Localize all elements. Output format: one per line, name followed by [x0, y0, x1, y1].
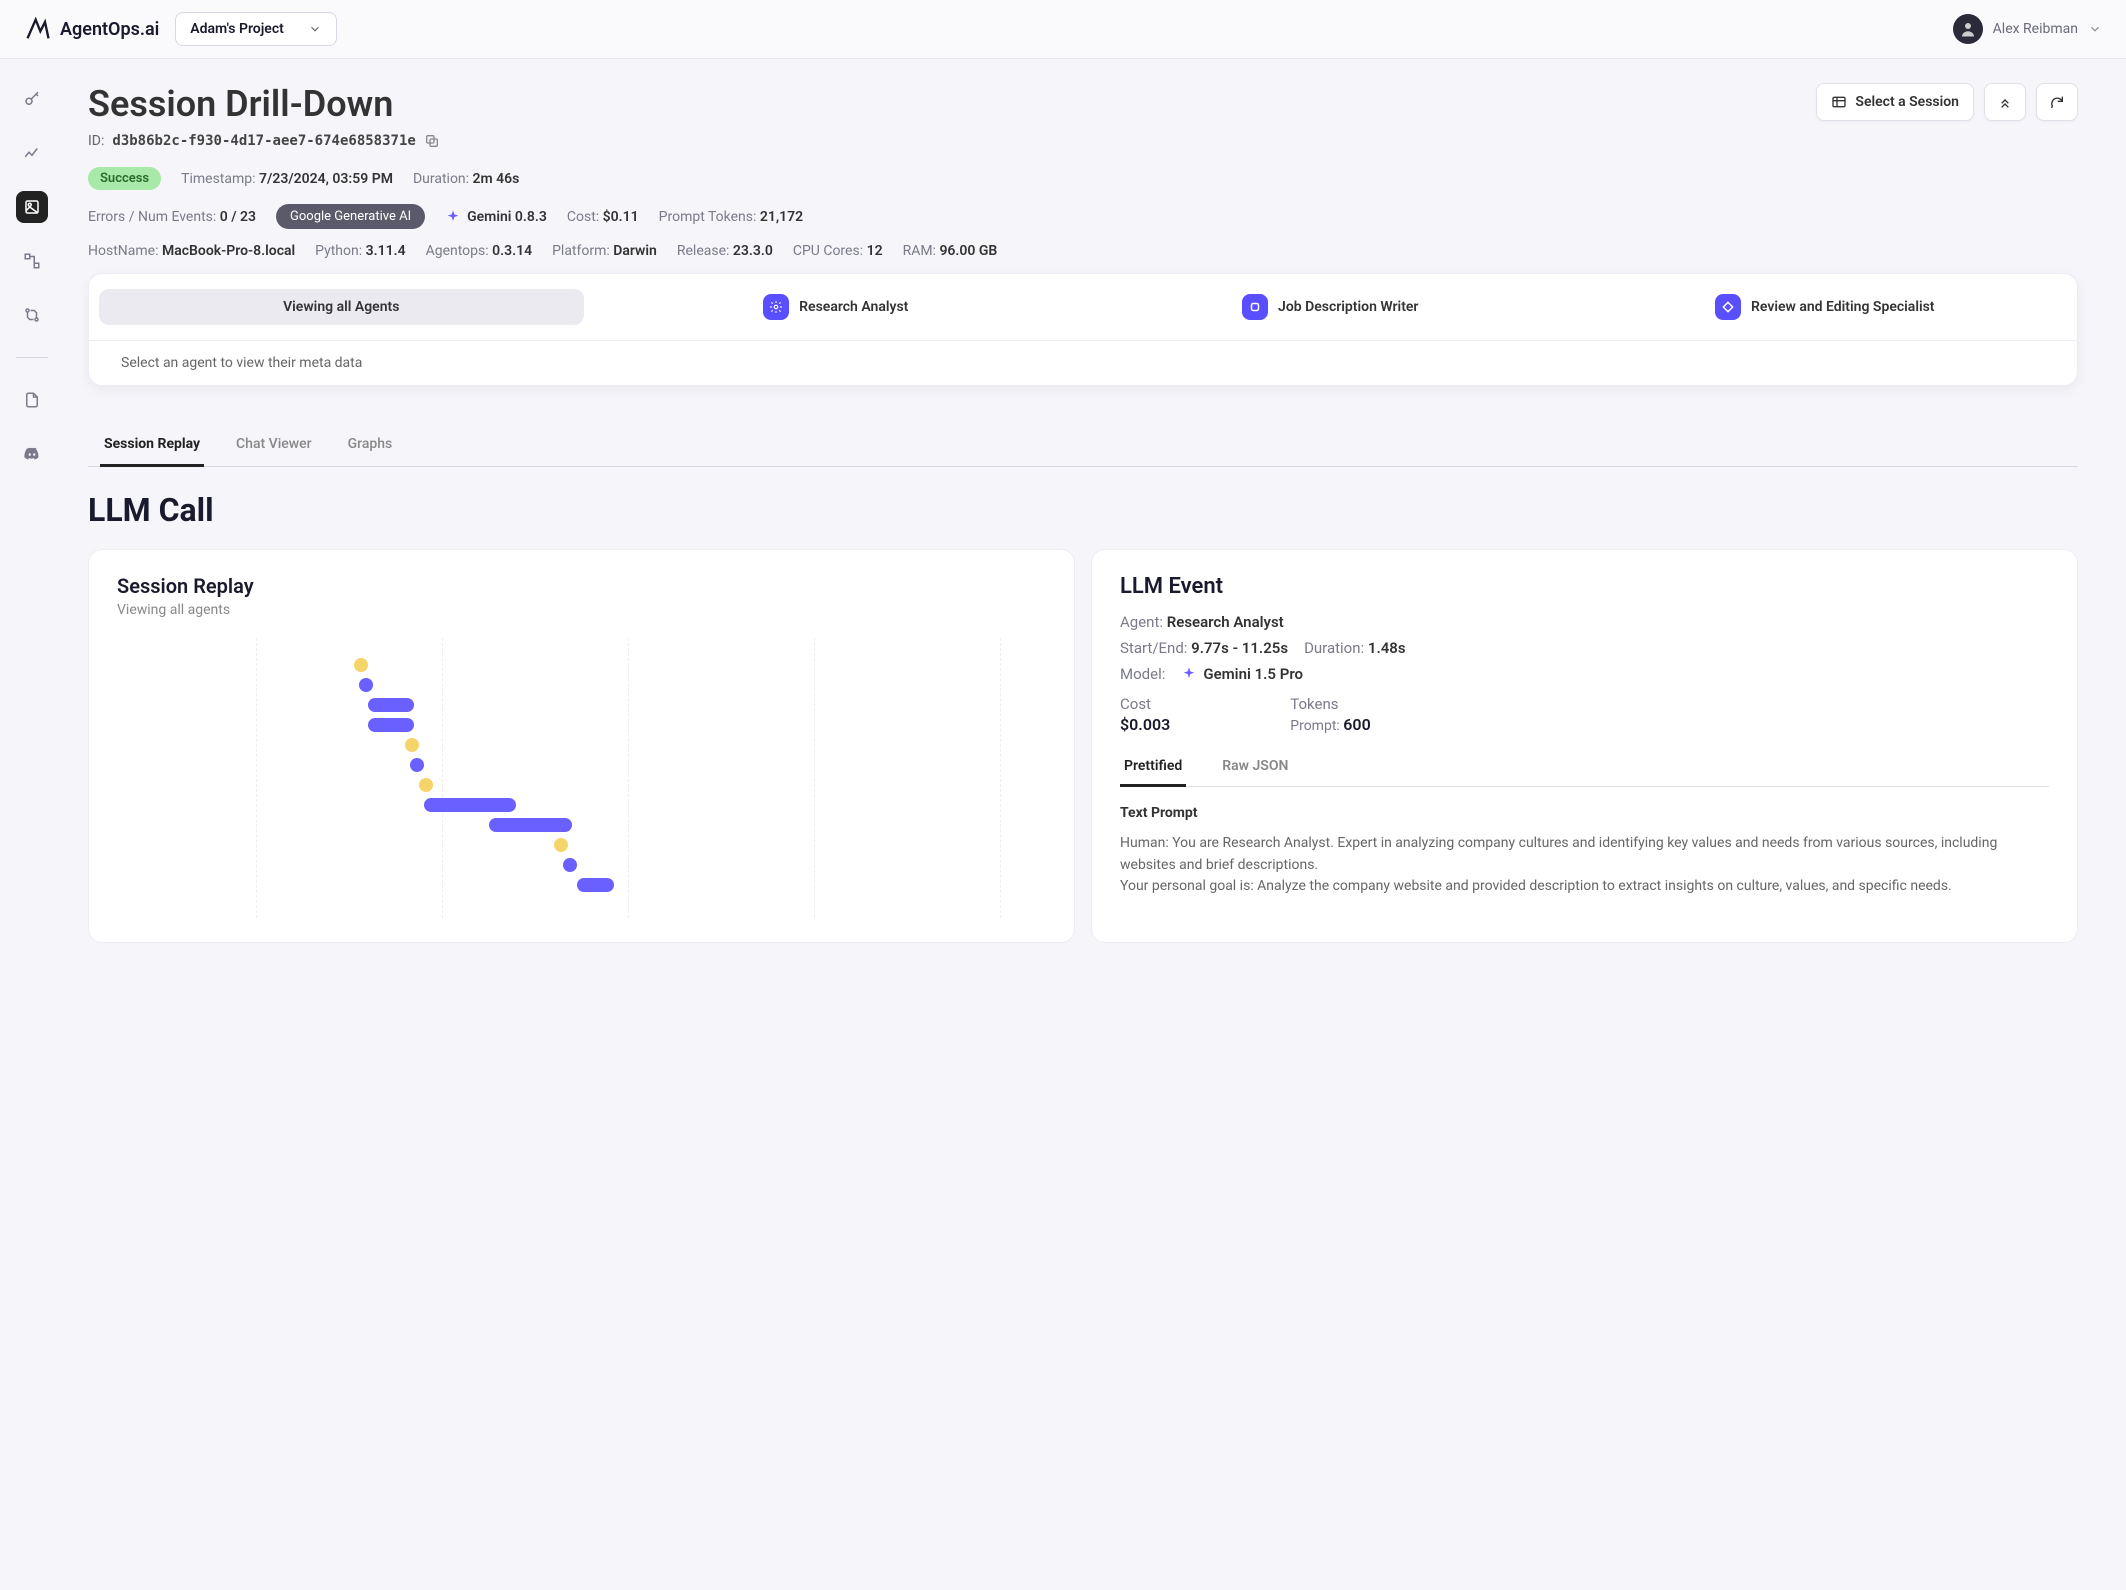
image-icon: [23, 198, 41, 216]
replay-bar[interactable]: [554, 838, 568, 852]
logo[interactable]: AgentOps.ai: [24, 15, 159, 43]
page-title: Session Drill-Down: [88, 83, 440, 125]
username: Alex Reibman: [1993, 21, 2078, 37]
event-subtabs: Prettified Raw JSON: [1120, 750, 2049, 787]
replay-subtitle: Viewing all agents: [117, 602, 1046, 618]
nav-docs[interactable]: [16, 384, 48, 416]
replay-bar[interactable]: [489, 818, 573, 832]
sidebar: [0, 59, 64, 991]
main: Session Drill-Down ID: d3b86b2c-f930-4d1…: [64, 59, 2126, 991]
brand-name: AgentOps.ai: [60, 19, 159, 40]
agent-diamond-icon: [1715, 294, 1741, 320]
copy-icon[interactable]: [424, 133, 440, 149]
text-prompt-title: Text Prompt: [1120, 805, 2049, 821]
replay-title: Session Replay: [117, 574, 1046, 598]
subtab-prettified[interactable]: Prettified: [1120, 750, 1186, 787]
nav-sessions[interactable]: [16, 191, 48, 223]
refresh-icon: [2049, 94, 2065, 110]
tab-chat-viewer[interactable]: Chat Viewer: [232, 426, 316, 466]
chevron-down-icon: [2088, 22, 2102, 36]
agents-panel: Viewing all Agents Research Analyst Job …: [88, 273, 2078, 386]
nav-compare[interactable]: [16, 299, 48, 331]
select-session-button[interactable]: Select a Session: [1816, 83, 1974, 121]
nav-key[interactable]: [16, 83, 48, 115]
agent-tab-all[interactable]: Viewing all Agents: [99, 289, 584, 325]
status-badge: Success: [88, 167, 161, 190]
replay-bar[interactable]: [577, 878, 614, 892]
file-icon: [23, 391, 41, 409]
agent-tab-writer[interactable]: Job Description Writer: [1088, 284, 1573, 330]
topbar: AgentOps.ai Adam's Project Alex Reibman: [0, 0, 2126, 59]
flow-icon: [23, 252, 41, 270]
replay-bar[interactable]: [359, 678, 373, 692]
project-select[interactable]: Adam's Project: [175, 12, 337, 46]
session-replay-card: Session Replay Viewing all agents: [88, 549, 1075, 943]
logo-icon: [24, 15, 52, 43]
collapse-button[interactable]: [1984, 83, 2026, 121]
replay-bar[interactable]: [410, 758, 424, 772]
discord-icon: [23, 445, 41, 463]
nav-traces[interactable]: [16, 245, 48, 277]
llm-event-card: LLM Event Agent: Research Analyst Start/…: [1091, 549, 2078, 943]
agent-tab-review[interactable]: Review and Editing Specialist: [1583, 284, 2068, 330]
sidebar-divider: [16, 357, 48, 358]
section-title: LLM Call: [88, 491, 2078, 529]
tabs: Session Replay Chat Viewer Graphs: [88, 426, 2078, 467]
replay-bar[interactable]: [563, 858, 577, 872]
agent-square-icon: [1242, 294, 1268, 320]
agents-hint: Select an agent to view their meta data: [89, 341, 2077, 385]
agent-gear-icon: [763, 294, 789, 320]
nav-analytics[interactable]: [16, 137, 48, 169]
provider-badge: Google Generative AI: [276, 204, 425, 229]
session-id: d3b86b2c-f930-4d17-aee7-674e6858371e: [112, 133, 415, 149]
avatar: [1953, 14, 1983, 44]
chevron-down-icon: [308, 22, 322, 36]
replay-bar[interactable]: [368, 718, 414, 732]
agent-tab-research[interactable]: Research Analyst: [594, 284, 1079, 330]
user-menu[interactable]: Alex Reibman: [1953, 14, 2102, 44]
sparkle-icon: [445, 209, 461, 225]
key-icon: [23, 90, 41, 108]
replay-bar[interactable]: [419, 778, 433, 792]
project-name: Adam's Project: [190, 21, 284, 37]
event-title: LLM Event: [1120, 574, 2049, 599]
git-compare-icon: [23, 306, 41, 324]
replay-waterfall[interactable]: [117, 638, 1046, 918]
tab-graphs[interactable]: Graphs: [344, 426, 397, 466]
replay-bar[interactable]: [368, 698, 414, 712]
tab-session-replay[interactable]: Session Replay: [100, 426, 204, 467]
subtab-raw[interactable]: Raw JSON: [1218, 750, 1292, 786]
text-prompt-body: Human: You are Research Analyst. Expert …: [1120, 833, 2049, 898]
chart-line-icon: [23, 144, 41, 162]
sparkle-icon: [1181, 666, 1197, 682]
replay-bar[interactable]: [405, 738, 419, 752]
nav-discord[interactable]: [16, 438, 48, 470]
chevron-double-up-icon: [1997, 94, 2013, 110]
refresh-button[interactable]: [2036, 83, 2078, 121]
id-label: ID:: [88, 133, 104, 149]
replay-bar[interactable]: [354, 658, 368, 672]
replay-bar[interactable]: [424, 798, 517, 812]
table-icon: [1831, 94, 1847, 110]
